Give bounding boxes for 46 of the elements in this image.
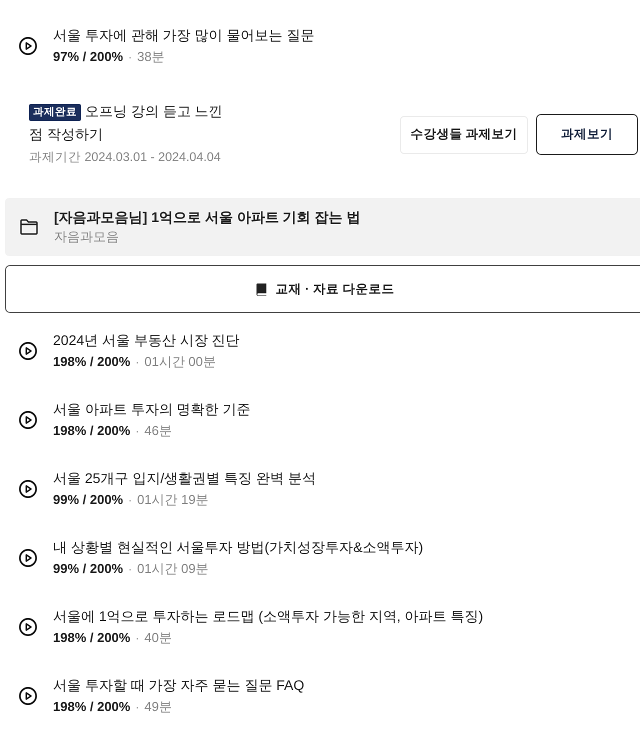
separator-dot: ·	[128, 49, 132, 66]
section-title: [자음과모음님] 1억으로 서울 아파트 기회 잡는 법	[54, 208, 360, 227]
download-materials-button[interactable]: 교재 · 자료 다운로드	[5, 265, 640, 313]
progress-text: 198% / 200%	[53, 422, 130, 440]
lesson-title[interactable]: 서울 투자할 때 가장 자주 묻는 질문 FAQ	[53, 674, 304, 696]
progress-text: 97% / 200%	[53, 48, 124, 66]
lesson-title[interactable]: 2024년 서울 부동산 시장 진단	[53, 329, 240, 351]
progress-text: 198% / 200%	[53, 698, 130, 716]
folder-icon	[20, 219, 38, 235]
separator-dot: ·	[128, 492, 132, 509]
progress-text: 198% / 200%	[53, 629, 130, 647]
duration-text: 46분	[144, 422, 172, 440]
status-badge: 과제완료	[29, 104, 81, 121]
play-icon	[19, 411, 37, 429]
progress-text: 99% / 200%	[53, 560, 124, 578]
play-icon	[19, 549, 37, 567]
view-student-assignments-button[interactable]: 수강생들 과제보기	[400, 116, 528, 154]
lesson-title[interactable]: 서울 아파트 투자의 명확한 기준	[53, 398, 251, 420]
lesson-title[interactable]: 서울 투자에 관해 가장 많이 물어보는 질문	[53, 24, 314, 46]
assignment-title: 과제완료 오프닝 강의 듣고 느낀 점 작성하기	[29, 102, 224, 144]
duration-text: 40분	[144, 629, 172, 647]
assignment-period: 과제기간 2024.03.01 - 2024.04.04	[29, 149, 222, 166]
duration-text: 01시간 19분	[137, 491, 209, 509]
section-subtitle: 자음과모음	[54, 228, 120, 246]
view-assignment-button[interactable]: 과제보기	[536, 114, 638, 155]
progress-text: 198% / 200%	[53, 353, 130, 371]
separator-dot: ·	[135, 423, 140, 440]
lesson-title[interactable]: 내 상황별 현실적인 서울투자 방법(가치성장투자&소액투자)	[53, 536, 424, 558]
progress-text: 99% / 200%	[53, 491, 124, 509]
play-icon	[19, 687, 37, 705]
duration-text: 49분	[144, 698, 172, 716]
duration-text: 01시간 09분	[137, 560, 209, 578]
play-icon	[19, 618, 37, 636]
book-icon	[256, 282, 267, 296]
duration-text: 38분	[137, 48, 165, 66]
separator-dot: ·	[128, 561, 132, 578]
section-header[interactable]: [자음과모음님] 1억으로 서울 아파트 기회 잡는 법 자음과모음	[5, 198, 640, 256]
separator-dot: ·	[135, 699, 140, 716]
play-icon	[19, 37, 37, 55]
lesson-title[interactable]: 서울 25개구 입지/생활권별 특징 완벽 분석	[53, 467, 316, 489]
lesson-title[interactable]: 서울에 1억으로 투자하는 로드맵 (소액투자 가능한 지역, 아파트 특징)	[53, 605, 484, 627]
duration-text: 01시간 00분	[144, 353, 216, 371]
separator-dot: ·	[135, 354, 140, 371]
play-icon	[19, 342, 37, 360]
play-icon	[19, 480, 37, 498]
separator-dot: ·	[135, 630, 140, 647]
